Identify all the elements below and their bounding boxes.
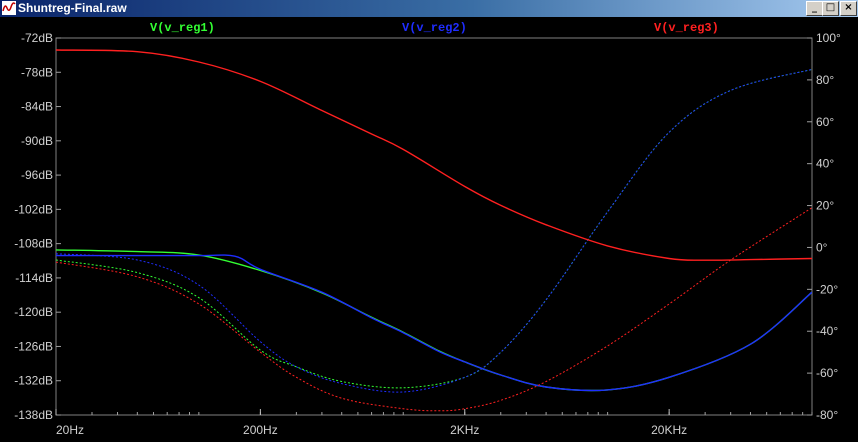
window-title: Shuntreg-Final.raw: [18, 1, 127, 15]
y-right-tick-label: 60°: [816, 115, 834, 129]
close-button[interactable]: ×: [840, 1, 857, 16]
y-right-tick-label: -20°: [816, 282, 838, 296]
window-title-bar[interactable]: Shuntreg-Final.raw _ □ ×: [0, 0, 858, 17]
maximize-button[interactable]: □: [822, 1, 839, 16]
magnitude-trace-v_reg2: [56, 254, 812, 392]
y-left-tick-label: -108dB: [14, 237, 53, 251]
x-tick-label: 20Hz: [56, 423, 84, 437]
y-left-tick-label: -102dB: [14, 202, 53, 216]
y-right-tick-label: -60°: [816, 366, 838, 380]
x-tick-label: 2KHz: [450, 423, 479, 437]
y-right-tick-label: -40°: [816, 324, 838, 338]
waveform-app-icon: [2, 1, 16, 15]
waveform-plot-pane[interactable]: V(v_reg1) V(v_reg2) V(v_reg3) -72dB -78dB…: [0, 17, 858, 442]
phase-trace-v_reg2: [56, 68, 812, 393]
magnitude-trace-v_reg3: [56, 49, 812, 261]
y-right-tick-label: 0°: [816, 240, 828, 254]
y-left-tick-label: -138dB: [14, 408, 53, 422]
x-tick-label: 200Hz: [243, 423, 278, 437]
y-left-tick-label: -78dB: [21, 65, 53, 79]
plot-frame: [55, 37, 813, 416]
y-right-tick-label: 40°: [816, 157, 834, 171]
y-left-tick-label: -96dB: [21, 168, 53, 182]
y-left-tick-label: -90dB: [21, 134, 53, 148]
magnitude-trace-v_reg1: [56, 249, 812, 392]
y-left-tick-label: -120dB: [14, 305, 53, 319]
phase-trace-v_reg1: [56, 68, 812, 389]
y-left-tick-label: -84dB: [21, 100, 53, 114]
y-left-tick-label: -72dB: [21, 31, 53, 45]
y-left-tick-label: -132dB: [14, 374, 53, 388]
y-right-tick-label: 100°: [816, 31, 841, 45]
y-left-tick-label: -114dB: [15, 271, 53, 285]
y-right-tick-label: -80°: [816, 408, 838, 422]
x-tick-label: 20KHz: [651, 423, 687, 437]
phase-trace-v_reg3: [56, 207, 812, 412]
plot-area[interactable]: -72dB -78dB -84dB -90dB -96dB -102dB -108dB -11…: [0, 17, 858, 442]
minimize-button[interactable]: _: [806, 1, 823, 16]
y-left-tick-label: -126dB: [14, 339, 53, 353]
y-right-tick-label: 20°: [816, 199, 834, 213]
y-right-tick-label: 80°: [816, 73, 834, 87]
